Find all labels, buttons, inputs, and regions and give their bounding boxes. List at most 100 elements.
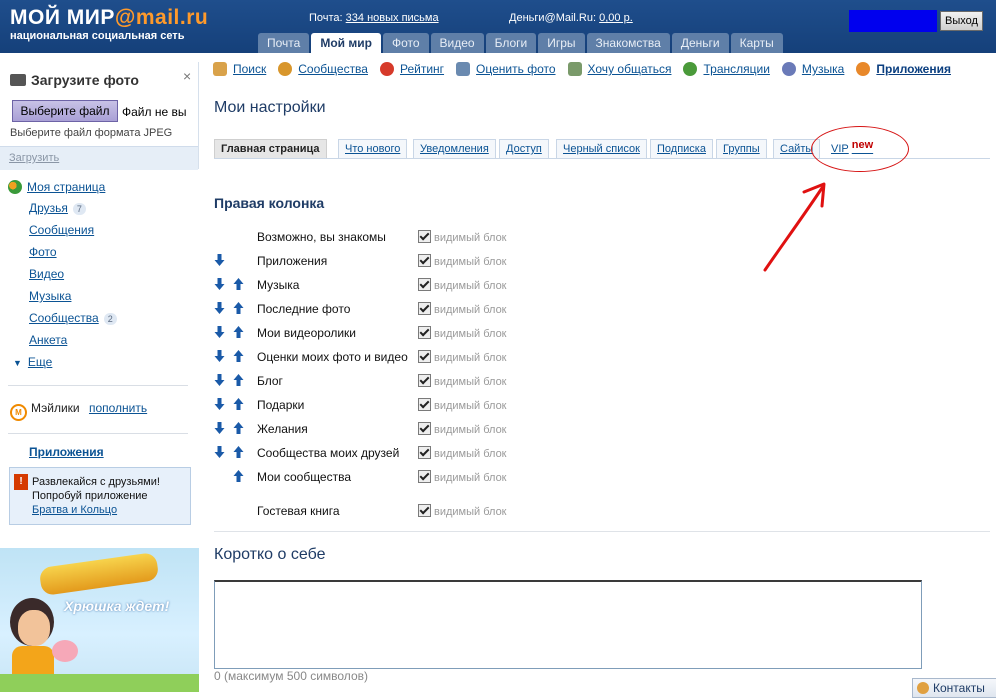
section-rate-photo[interactable]: Оценить фото (456, 62, 556, 76)
arrow-down-icon[interactable] (214, 397, 225, 411)
arrow-up-icon[interactable] (233, 277, 244, 291)
visible-block-checkbox[interactable]: видимый блок (418, 422, 507, 436)
arrow-down-icon[interactable] (214, 373, 225, 387)
section-label[interactable]: Хочу общаться (588, 62, 672, 76)
nav-tab-photo[interactable]: Фото (382, 33, 429, 53)
arrow-down-icon[interactable] (214, 301, 225, 315)
checkbox-checked-icon[interactable] (418, 350, 431, 363)
sidebar-apps[interactable]: Приложения (29, 445, 104, 459)
arrow-up-icon[interactable] (233, 469, 244, 483)
sidebar-item-label[interactable]: Сообщества (29, 311, 99, 325)
checkbox-checked-icon[interactable] (418, 254, 431, 267)
visible-block-checkbox[interactable]: видимый блок (418, 230, 507, 244)
visible-block-checkbox[interactable]: видимый блок (418, 470, 507, 484)
tab-notifications[interactable]: Уведомления (413, 139, 496, 158)
arrow-up-icon[interactable] (233, 445, 244, 459)
apps-link[interactable]: Приложения (29, 445, 104, 459)
upload-link[interactable]: Загрузить (9, 152, 59, 164)
section-want-to-chat[interactable]: Хочу общаться (567, 62, 672, 76)
checkbox-checked-icon[interactable] (418, 302, 431, 315)
tab-main-page[interactable]: Главная страница (214, 139, 327, 158)
arrow-up-icon[interactable] (233, 301, 244, 315)
visible-block-checkbox[interactable]: видимый блок (418, 374, 507, 388)
section-label[interactable]: Сообщества (298, 62, 368, 76)
checkbox-checked-icon[interactable] (418, 278, 431, 291)
choose-file-button[interactable]: Выберите файл (12, 100, 118, 122)
checkbox-checked-icon[interactable] (418, 470, 431, 483)
sidebar-item-label[interactable]: Видео (29, 267, 64, 281)
arrow-up-icon[interactable] (233, 397, 244, 411)
section-label[interactable]: Приложения (876, 62, 951, 76)
arrow-down-icon[interactable] (214, 421, 225, 435)
arrow-up-icon[interactable] (233, 421, 244, 435)
sidebar-item-label[interactable]: Сообщения (29, 223, 94, 237)
checkbox-checked-icon[interactable] (418, 504, 431, 517)
promo-app-link[interactable]: Братва и Кольцо (32, 504, 117, 516)
new-mail-link[interactable]: 334 новых письма (346, 12, 439, 24)
checkbox-checked-icon[interactable] (418, 398, 431, 411)
nav-tab-my-world[interactable]: Мой мир (311, 33, 381, 53)
visible-block-checkbox[interactable]: видимый блок (418, 278, 507, 292)
section-label[interactable]: Поиск (233, 62, 266, 76)
section-search[interactable]: Поиск (213, 62, 266, 76)
sidebar-item-music[interactable]: Музыка (29, 289, 71, 303)
sidebar-item-label[interactable]: Анкета (29, 333, 67, 347)
visible-block-checkbox[interactable]: видимый блок (418, 254, 507, 268)
section-label[interactable]: Трансляции (703, 62, 769, 76)
sidebar-item-more[interactable]: ▼ Еще (13, 355, 52, 369)
about-textarea[interactable] (214, 580, 922, 669)
sidebar-item-label[interactable]: Музыка (29, 289, 71, 303)
visible-block-checkbox[interactable]: видимый блок (418, 398, 507, 412)
tab-groups[interactable]: Группы (716, 139, 767, 158)
sidebar-item-my-page[interactable]: Моя страница (8, 180, 105, 194)
section-label[interactable]: Оценить фото (476, 62, 555, 76)
money-balance-link[interactable]: 0,00 р. (599, 12, 633, 24)
section-communities[interactable]: Сообщества (278, 62, 368, 76)
sidebar-item-friends[interactable]: Друзья 7 (29, 201, 86, 215)
sidebar-item-video[interactable]: Видео (29, 267, 64, 281)
nav-tab-blogs[interactable]: Блоги (485, 33, 537, 53)
nav-tab-dating[interactable]: Знакомства (586, 33, 670, 53)
sidebar-item-label[interactable]: Моя страница (27, 180, 105, 194)
sidebar-item-label[interactable]: Друзья (29, 201, 68, 215)
checkbox-checked-icon[interactable] (418, 326, 431, 339)
section-broadcasts[interactable]: Трансляции (683, 62, 770, 76)
nav-tab-games[interactable]: Игры (538, 33, 585, 53)
sidebar-item-label[interactable]: Фото (29, 245, 57, 259)
sidebar-item-label[interactable]: Еще (28, 355, 52, 369)
section-apps[interactable]: Приложения (856, 62, 951, 76)
visible-block-checkbox[interactable]: видимый блок (418, 504, 507, 518)
arrow-down-icon[interactable] (214, 325, 225, 339)
sidebar-item-profile[interactable]: Анкета (29, 333, 67, 347)
visible-block-checkbox[interactable]: видимый блок (418, 326, 507, 340)
checkbox-checked-icon[interactable] (418, 446, 431, 459)
site-logo[interactable]: МОЙ МИР@mail.ru национальная социальная … (10, 6, 208, 43)
exit-button[interactable]: Выход (940, 11, 983, 31)
visible-block-checkbox[interactable]: видимый блок (418, 446, 507, 460)
mailiki-topup-link[interactable]: пополнить (89, 401, 147, 415)
section-label[interactable]: Рейтинг (400, 62, 444, 76)
tab-subscription[interactable]: Подписка (650, 139, 713, 158)
visible-block-checkbox[interactable]: видимый блок (418, 350, 507, 364)
nav-tab-maps[interactable]: Карты (730, 33, 783, 53)
nav-tab-mail[interactable]: Почта (258, 33, 310, 53)
section-label[interactable]: Музыка (802, 62, 844, 76)
arrow-down-icon[interactable] (214, 445, 225, 459)
checkbox-checked-icon[interactable] (418, 374, 431, 387)
tab-whats-new[interactable]: Что нового (338, 139, 408, 158)
close-icon[interactable]: × (183, 68, 191, 84)
nav-tab-video[interactable]: Видео (430, 33, 484, 53)
sidebar-item-messages[interactable]: Сообщения (29, 223, 94, 237)
arrow-up-icon[interactable] (233, 325, 244, 339)
nav-tab-money[interactable]: Деньги (671, 33, 729, 53)
arrow-up-icon[interactable] (233, 349, 244, 363)
arrow-down-icon[interactable] (214, 253, 225, 267)
arrow-down-icon[interactable] (214, 349, 225, 363)
arrow-down-icon[interactable] (214, 277, 225, 291)
sidebar-item-photo[interactable]: Фото (29, 245, 57, 259)
ad-banner[interactable]: Хрюшка ждет! (0, 548, 199, 692)
checkbox-checked-icon[interactable] (418, 422, 431, 435)
section-rating[interactable]: Рейтинг (379, 62, 444, 76)
tab-access[interactable]: Доступ (499, 139, 549, 158)
arrow-up-icon[interactable] (233, 373, 244, 387)
